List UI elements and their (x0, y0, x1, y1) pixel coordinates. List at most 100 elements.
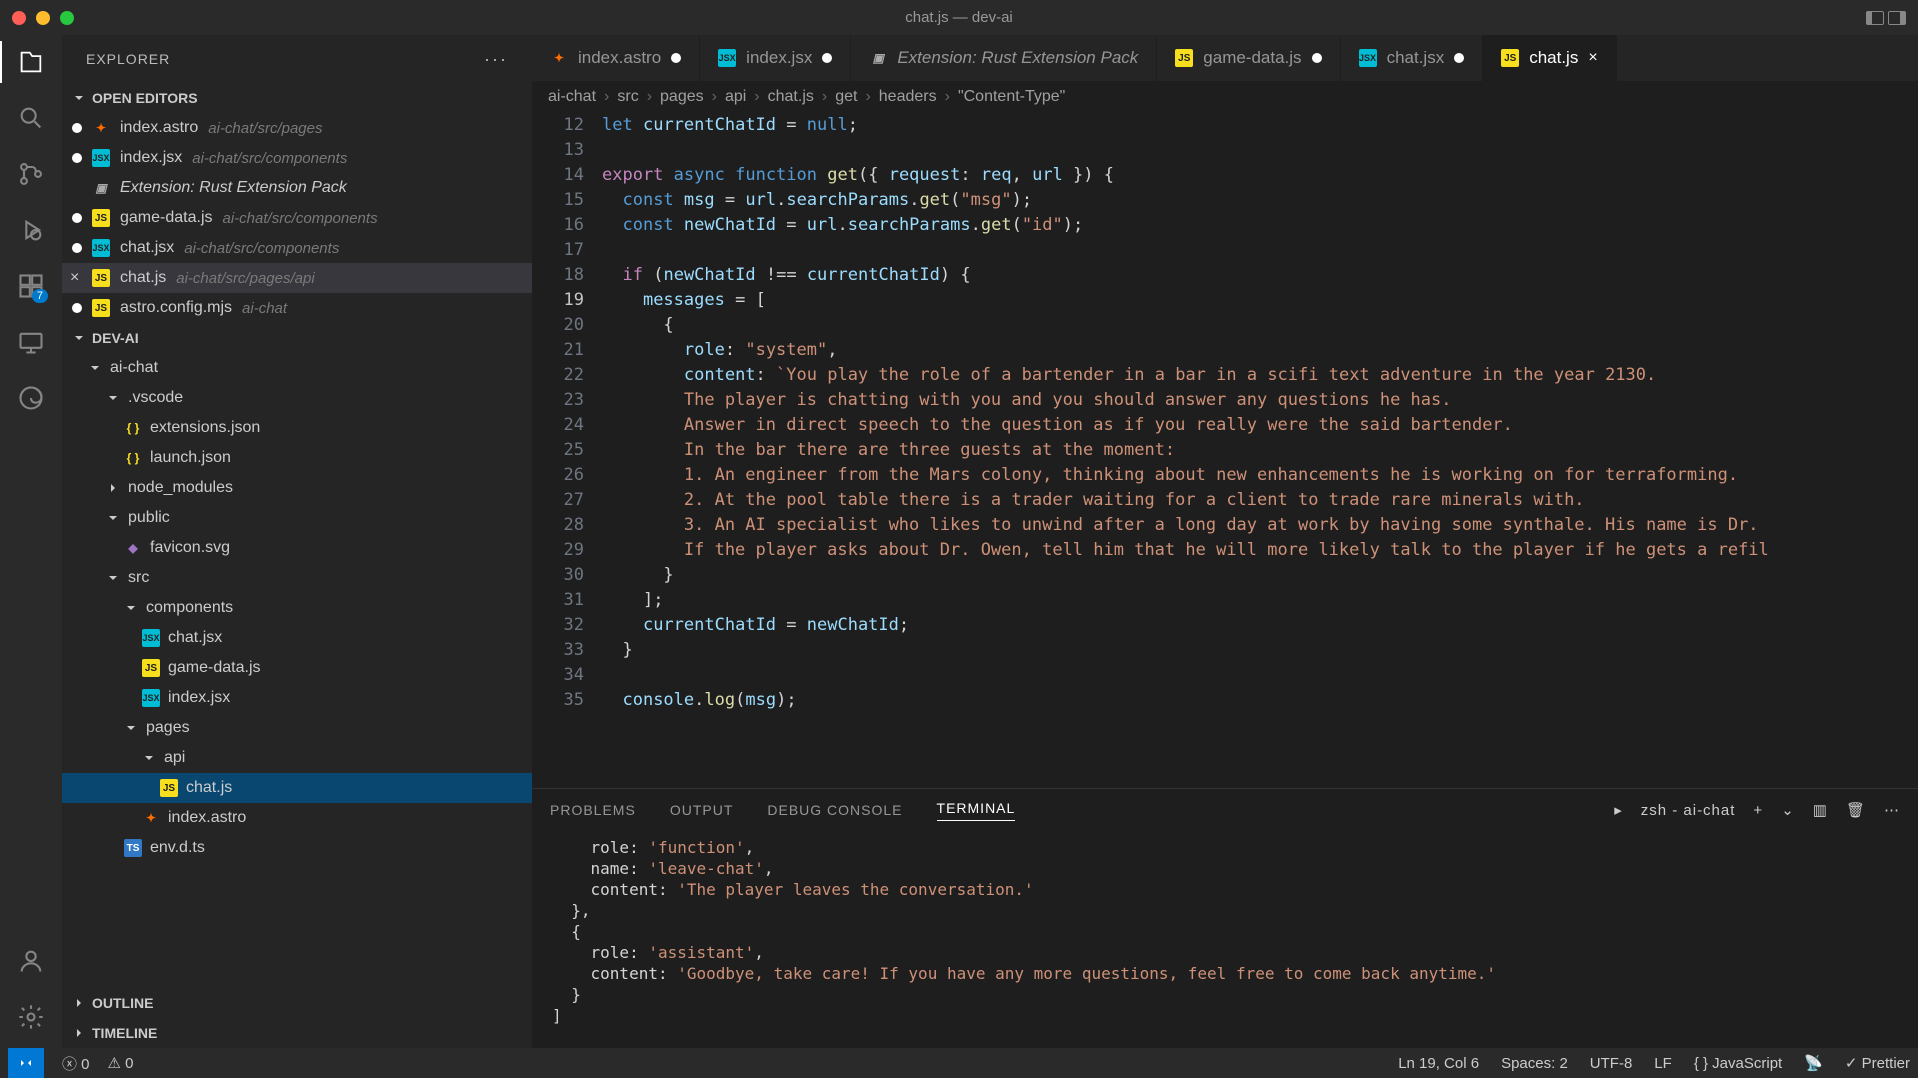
editor-tab[interactable]: JSchat.js× (1483, 35, 1616, 81)
toggle-sidebar-icon[interactable] (1866, 11, 1884, 25)
jsx-file-icon: JSX (92, 239, 110, 257)
close-window-button[interactable] (12, 11, 26, 25)
open-editor-item[interactable]: JSgame-data.jsai-chat/src/components (62, 203, 532, 233)
panel-tab[interactable]: DEBUG CONSOLE (767, 802, 902, 818)
errors-count[interactable]: ⓧ 0 (62, 1053, 90, 1074)
tree-item[interactable]: { }extensions.json (62, 413, 532, 443)
tree-item[interactable]: JSgame-data.js (62, 653, 532, 683)
tree-item[interactable]: public (62, 503, 532, 533)
window-title: chat.js — dev-ai (905, 9, 1013, 26)
editor-tab[interactable]: JSXchat.jsx (1341, 35, 1484, 81)
indentation[interactable]: Spaces: 2 (1501, 1055, 1568, 1072)
terminal-content[interactable]: role: 'function', name: 'leave-chat', co… (532, 831, 1918, 1048)
breadcrumb-segment[interactable]: "Content-Type" (958, 88, 1065, 106)
code-editor[interactable]: 1213141516171819202122232425262728293031… (532, 113, 1918, 788)
tree-item[interactable]: TSenv.d.ts (62, 833, 532, 863)
close-icon[interactable]: × (70, 269, 79, 287)
tree-item[interactable]: .vscode (62, 383, 532, 413)
terminal-dropdown-icon[interactable]: ⌄ (1781, 801, 1795, 819)
project-header[interactable]: DEV-AI (62, 323, 532, 353)
panel-tab[interactable]: OUTPUT (670, 802, 734, 818)
source-control-icon[interactable] (16, 159, 46, 189)
tree-item[interactable]: pages (62, 713, 532, 743)
outline-header[interactable]: OUTLINE (62, 988, 532, 1018)
search-icon[interactable] (16, 103, 46, 133)
language-mode[interactable]: { } JavaScript (1694, 1055, 1782, 1072)
remote-icon[interactable] (16, 327, 46, 357)
feedback-icon[interactable]: 📡 (1804, 1054, 1823, 1072)
panel-tab[interactable]: TERMINAL (937, 800, 1016, 821)
tree-item[interactable]: ✦index.astro (62, 803, 532, 833)
account-icon[interactable] (16, 946, 46, 976)
cursor-position[interactable]: Ln 19, Col 6 (1398, 1055, 1479, 1072)
edge-icon[interactable] (16, 383, 46, 413)
bottom-panel: PROBLEMS OUTPUT DEBUG CONSOLE TERMINAL ▸ zs… (532, 788, 1918, 1048)
breadcrumb-segment[interactable]: ai-chat (548, 88, 596, 106)
toggle-panel-icon[interactable] (1888, 11, 1906, 25)
chevron-down-icon (106, 391, 120, 405)
code-content[interactable]: let currentChatId = null;export async fu… (602, 113, 1918, 788)
chevron-down-icon (124, 721, 138, 735)
breadcrumbs[interactable]: ai-chat›src›pages›api›chat.js›get›header… (532, 81, 1918, 113)
split-terminal-icon[interactable]: ▥ (1813, 801, 1828, 819)
open-editor-item[interactable]: JSXchat.jsxai-chat/src/components (62, 233, 532, 263)
tree-item[interactable]: JSXindex.jsx (62, 683, 532, 713)
remote-indicator[interactable] (8, 1048, 44, 1078)
timeline-header[interactable]: TIMELINE (62, 1018, 532, 1048)
tree-item[interactable]: components (62, 593, 532, 623)
open-editor-item[interactable]: JSastro.config.mjsai-chat (62, 293, 532, 323)
open-editor-item[interactable]: JSXindex.jsxai-chat/src/components (62, 143, 532, 173)
open-editor-item[interactable]: ▣Extension: Rust Extension Pack (62, 173, 532, 203)
explorer-icon[interactable] (16, 47, 46, 77)
editor-tab[interactable]: JSXindex.jsx (700, 35, 851, 81)
editor-area: ✦index.astroJSXindex.jsx▣Extension: Rust… (532, 35, 1918, 1048)
terminal-launch-icon[interactable]: ▸ (1614, 801, 1623, 819)
tree-item[interactable]: ◆favicon.svg (62, 533, 532, 563)
open-editor-item[interactable]: ×JSchat.jsai-chat/src/pages/api (62, 263, 532, 293)
open-editors-header[interactable]: OPEN EDITORS (62, 83, 532, 113)
run-debug-icon[interactable] (16, 215, 46, 245)
sidebar-more-icon[interactable]: ··· (484, 49, 508, 70)
panel-more-icon[interactable]: ⋯ (1884, 801, 1900, 819)
breadcrumb-segment[interactable]: get (835, 88, 857, 106)
js-file-icon: JS (92, 269, 110, 287)
tree-item[interactable]: api (62, 743, 532, 773)
tree-item[interactable]: ai-chat (62, 353, 532, 383)
kill-terminal-icon[interactable]: 🗑 (1846, 801, 1866, 819)
breadcrumb-segment[interactable]: src (617, 88, 638, 106)
terminal-shell-label[interactable]: zsh - ai-chat (1641, 802, 1736, 819)
tree-item[interactable]: node_modules (62, 473, 532, 503)
editor-tab[interactable]: ✦index.astro (532, 35, 700, 81)
tree-item[interactable]: { }launch.json (62, 443, 532, 473)
open-editor-item[interactable]: ✦index.astroai-chat/src/pages (62, 113, 532, 143)
prettier-status[interactable]: ✓ Prettier (1845, 1054, 1910, 1072)
ts-file-icon: TS (124, 839, 142, 857)
settings-gear-icon[interactable] (16, 1002, 46, 1032)
jsx-file-icon: JSX (92, 149, 110, 167)
close-tab-icon[interactable]: × (1588, 49, 1597, 67)
warnings-count[interactable]: ⚠ 0 (108, 1054, 134, 1072)
editor-tab[interactable]: JSgame-data.js (1157, 35, 1340, 81)
tree-item[interactable]: src (62, 563, 532, 593)
breadcrumb-segment[interactable]: headers (879, 88, 937, 106)
tree-item[interactable]: JSXchat.jsx (62, 623, 532, 653)
new-terminal-icon[interactable]: + (1753, 802, 1763, 819)
eol[interactable]: LF (1654, 1055, 1672, 1072)
chevron-down-icon (106, 571, 120, 585)
chevron-down-icon (106, 511, 120, 525)
json-file-icon: { } (124, 449, 142, 467)
breadcrumb-segment[interactable]: api (725, 88, 746, 106)
extensions-icon[interactable]: 7 (16, 271, 46, 301)
editor-tabs: ✦index.astroJSXindex.jsx▣Extension: Rust… (532, 35, 1918, 81)
traffic-lights (12, 11, 74, 25)
breadcrumb-segment[interactable]: pages (660, 88, 704, 106)
breadcrumb-segment[interactable]: chat.js (768, 88, 814, 106)
minimize-window-button[interactable] (36, 11, 50, 25)
tree-item[interactable]: JSchat.js (62, 773, 532, 803)
jsx-file-icon: JSX (1359, 49, 1377, 67)
editor-tab[interactable]: ▣Extension: Rust Extension Pack (851, 35, 1157, 81)
chevron-down-icon (72, 331, 86, 345)
encoding[interactable]: UTF-8 (1590, 1055, 1633, 1072)
panel-tab[interactable]: PROBLEMS (550, 802, 636, 818)
maximize-window-button[interactable] (60, 11, 74, 25)
